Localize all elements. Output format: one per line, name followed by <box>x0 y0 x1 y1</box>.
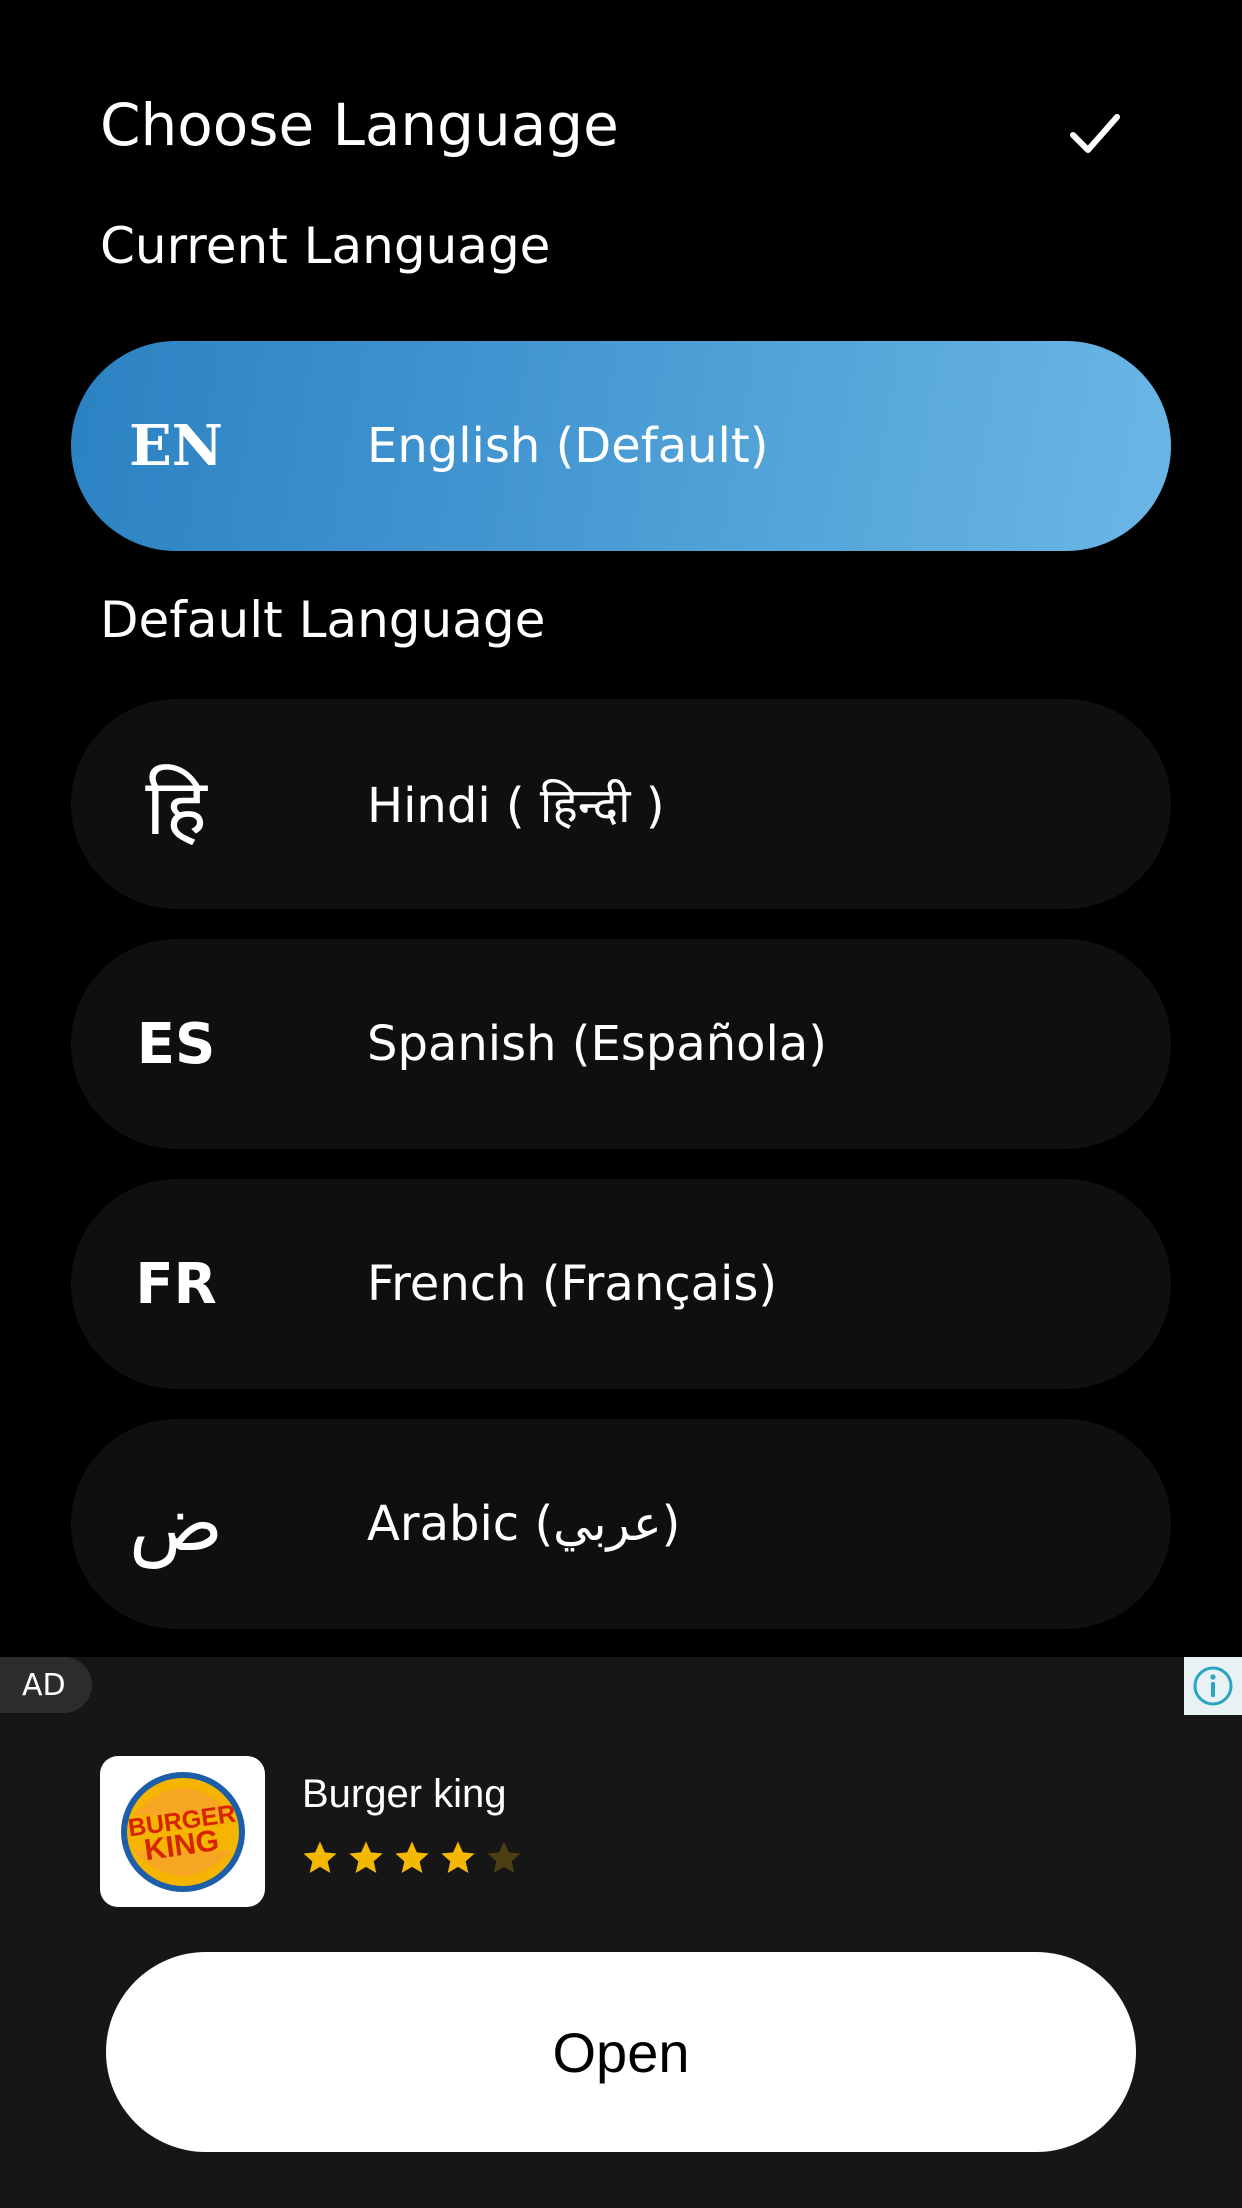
star-icon <box>395 1841 429 1873</box>
advertiser-logo[interactable]: BURGER KING <box>100 1756 265 1907</box>
confirm-button[interactable] <box>1050 88 1140 178</box>
ad-badge: AD <box>0 1657 92 1713</box>
language-code-es: ES <box>136 1011 216 1077</box>
default-language-heading: Default Language <box>100 591 546 649</box>
star-rating <box>300 1838 524 1878</box>
ad-open-button[interactable]: Open <box>106 1952 1136 2152</box>
language-name-hindi: Hindi ( हिन्दी ) <box>367 777 665 834</box>
info-icon <box>1193 1666 1233 1706</box>
ad-info-button[interactable] <box>1184 1657 1242 1715</box>
burger-king-logo: BURGER KING <box>120 1771 245 1892</box>
star-icon <box>441 1841 475 1873</box>
star-empty-icon <box>487 1841 521 1873</box>
language-option-hindi[interactable]: हि Hindi ( हिन्दी ) <box>71 699 1171 909</box>
language-name-arabic: Arabic (عربي) <box>367 1496 681 1552</box>
language-option-english[interactable]: EN English (Default) <box>71 341 1171 551</box>
current-language-heading: Current Language <box>100 217 551 275</box>
language-name-english: English (Default) <box>367 418 769 474</box>
language-option-arabic[interactable]: ض Arabic (عربي) <box>71 1419 1171 1629</box>
language-name-spanish: Spanish (Española) <box>367 1016 828 1072</box>
language-name-french: French (Français) <box>367 1256 778 1312</box>
page-title: Choose Language <box>100 91 619 159</box>
star-icon <box>303 1841 337 1873</box>
advertiser-name: Burger king <box>302 1772 507 1816</box>
star-icon <box>349 1841 383 1873</box>
language-code-ar: ض <box>128 1479 224 1569</box>
language-code-hi: हि <box>145 763 207 853</box>
language-code-fr: FR <box>135 1251 217 1317</box>
language-option-french[interactable]: FR French (Français) <box>71 1179 1171 1389</box>
ad-banner[interactable]: AD BURGER KING Burger king Open <box>0 1657 1242 2208</box>
language-option-spanish[interactable]: ES Spanish (Española) <box>71 939 1171 1149</box>
check-icon <box>1070 114 1120 153</box>
language-code-en: EN <box>129 413 223 479</box>
